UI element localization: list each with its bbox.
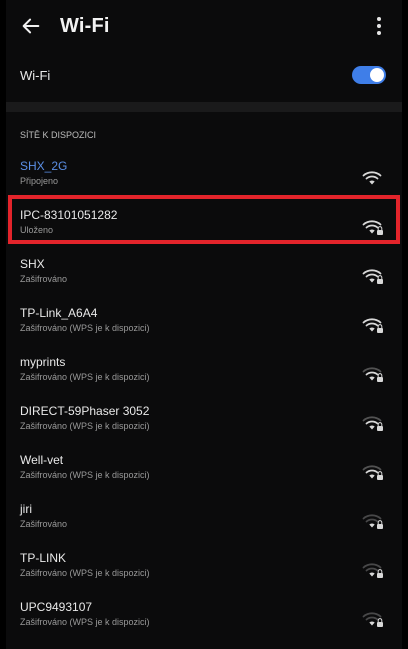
wifi-signal-icon [362,463,384,481]
network-texts: TP-Link_A6A4 Zašifrováno (WPS je k dispoz… [20,305,362,335]
lock-icon [377,372,383,382]
network-status: Zašifrováno (WPS je k dispozici) [20,567,150,578]
network-name: UPC9493107 [20,599,93,614]
network-item[interactable]: myprints Zašifrováno (WPS je k dispozici) [6,342,402,391]
network-status: Zašifrováno (WPS je k dispozici) [20,322,150,333]
network-status: Připojeno [20,175,59,186]
network-item[interactable]: TP-LINK Zašifrováno (WPS je k dispozici) [6,538,402,587]
network-name: myprints [20,354,66,369]
network-item[interactable]: TP-Link_A6A4 Zašifrováno (WPS je k dispoz… [6,293,402,342]
wifi-signal-icon [362,561,384,579]
network-name: Well-vet [20,452,64,467]
network-texts: TP-LINK Zašifrováno (WPS je k dispozici) [20,550,362,580]
lock-icon [377,470,383,480]
network-texts: SHX_2G Připojeno [20,158,362,188]
network-name: SHX_2G [20,158,68,173]
network-status: Zašifrováno [20,518,68,529]
network-name: TP-LINK [20,550,67,565]
network-item[interactable]: UPC9493107 Zašifrováno (WPS je k dispozic… [6,587,402,636]
network-status: Zašifrováno (WPS je k dispozici) [20,371,150,382]
network-status: Zašifrováno (WPS je k dispozici) [20,420,150,431]
lock-icon [377,568,383,578]
network-item[interactable]: DIRECT-59Phaser 3052 Zašifrováno (WPS je … [6,391,402,440]
network-item[interactable]: jiri Zašifrováno [6,489,402,538]
network-status: Zašifrováno [20,273,68,284]
divider [6,102,402,112]
wifi-settings-screen: Wi-Fi Wi-Fi SÍTĚ K DISPOZICI SHX_2G Připo… [6,0,402,649]
network-texts: Well-vet Zašifrováno (WPS je k dispozici) [20,452,362,482]
network-list: SHX_2G Připojeno IPC-83101051282 Uloženo SHX… [6,146,402,636]
available-networks-header: SÍTĚ K DISPOZICI [20,130,97,140]
network-texts: UPC9493107 Zašifrováno (WPS je k dispozic… [20,599,362,629]
more-vert-icon[interactable] [370,13,388,39]
lock-icon [377,421,383,431]
network-name: SHX [20,256,45,271]
network-status: Zašifrováno (WPS je k dispozici) [20,469,150,480]
network-texts: myprints Zašifrováno (WPS je k dispozici) [20,354,362,384]
lock-icon [377,274,383,284]
page-title: Wi-Fi [60,14,110,37]
network-name: TP-Link_A6A4 [20,305,98,320]
network-item[interactable]: SHX Zašifrováno [6,244,402,293]
wifi-toggle-row[interactable]: Wi-Fi [6,52,402,98]
wifi-signal-icon [362,610,384,628]
wifi-signal-icon [362,414,384,432]
network-texts: DIRECT-59Phaser 3052 Zašifrováno (WPS je … [20,403,362,433]
highlight-box [8,195,400,244]
lock-icon [377,323,383,333]
network-status: Zašifrováno (WPS je k dispozici) [20,616,150,627]
wifi-signal-icon [362,512,384,530]
network-item[interactable]: IPC-83101051282 Uloženo [6,195,402,244]
network-item[interactable]: SHX_2G Připojeno [6,146,402,195]
lock-icon [377,617,383,627]
wifi-toggle-label: Wi-Fi [20,67,51,83]
network-texts: SHX Zašifrováno [20,256,362,286]
back-arrow-icon[interactable] [18,13,44,39]
network-name: jiri [20,501,32,516]
network-name: DIRECT-59Phaser 3052 [20,403,150,418]
wifi-signal-icon [362,365,384,383]
wifi-signal-icon [362,316,384,334]
network-item[interactable]: Well-vet Zašifrováno (WPS je k dispozici) [6,440,402,489]
network-texts: jiri Zašifrováno [20,501,362,531]
wifi-signal-icon [362,169,384,187]
wifi-signal-icon [362,267,384,285]
wifi-toggle-switch[interactable] [352,66,386,84]
lock-icon [377,519,383,529]
app-bar: Wi-Fi [6,0,402,52]
